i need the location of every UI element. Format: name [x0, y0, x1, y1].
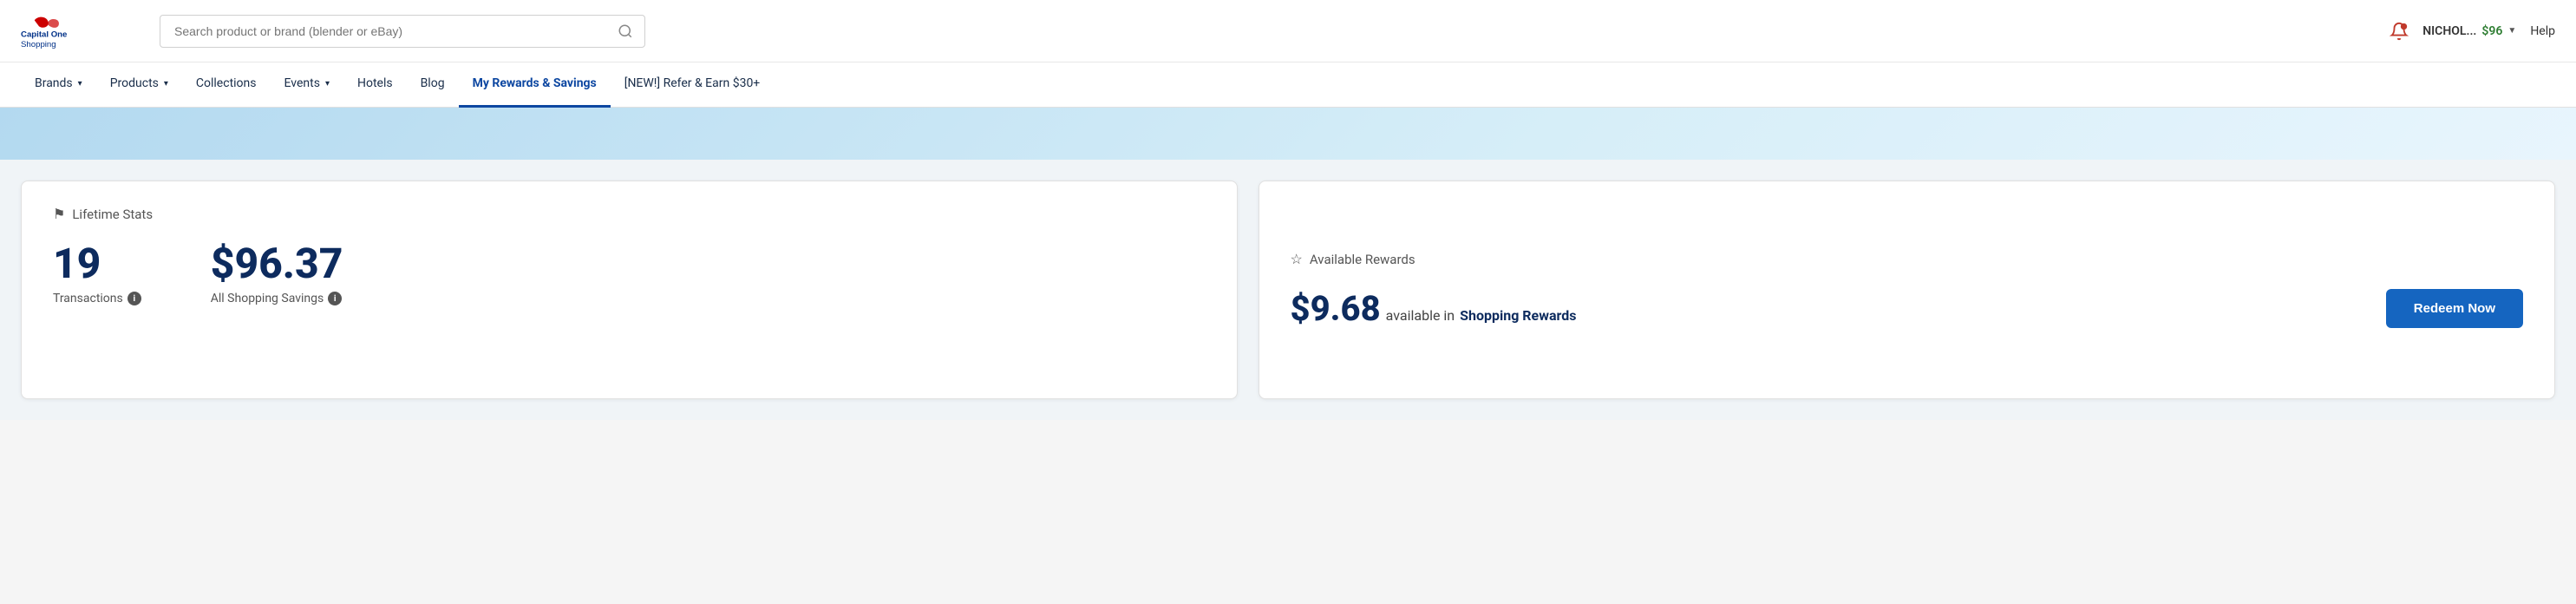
transactions-stat: 19 Transactions i	[53, 243, 141, 305]
flag-icon: ⚑	[53, 206, 65, 222]
sidebar-item-rewards[interactable]: My Rewards & Savings	[459, 62, 611, 108]
brands-label: Brands	[35, 76, 73, 90]
user-area[interactable]: NICHOL... $96 ▼	[2422, 24, 2516, 38]
logo-svg: Capital One Shopping	[21, 14, 142, 49]
events-caret: ▾	[325, 79, 330, 89]
available-text: available in	[1386, 307, 1455, 324]
nav-bar: Brands ▾ Products ▾ Collections Events ▾…	[0, 62, 2576, 108]
reward-type: Shopping Rewards	[1460, 307, 1576, 324]
collections-label: Collections	[196, 76, 257, 90]
brands-caret: ▾	[78, 79, 82, 89]
rewards-label: My Rewards & Savings	[473, 76, 597, 90]
lifetime-stats-card: ⚑ Lifetime Stats 19 Transactions i $96.3…	[21, 181, 1238, 399]
sidebar-item-brands[interactable]: Brands ▾	[21, 62, 96, 108]
main-content: ⚑ Lifetime Stats 19 Transactions i $96.3…	[0, 160, 2576, 420]
user-amount: $96	[2481, 24, 2502, 38]
transactions-label: Transactions i	[53, 292, 141, 305]
savings-info-icon[interactable]: i	[328, 292, 342, 305]
available-rewards-title: Available Rewards	[1310, 252, 1415, 267]
header: Capital One Shopping NICHOL... $96 ▼ Hel…	[0, 0, 2576, 62]
blog-label: Blog	[421, 76, 445, 90]
search-input[interactable]	[160, 15, 645, 48]
available-rewards-card: ☆ Available Rewards $9.68 available in S…	[1259, 181, 2555, 399]
svg-text:Capital One: Capital One	[21, 30, 68, 39]
logo: Capital One Shopping	[21, 14, 142, 49]
chevron-down-icon: ▼	[2507, 26, 2516, 36]
sidebar-item-refer[interactable]: [NEW!] Refer & Earn $30+	[611, 62, 775, 108]
lifetime-stats-title: Lifetime Stats	[72, 207, 153, 222]
right-card-inner: $9.68 available in Shopping Rewards Rede…	[1291, 288, 2523, 329]
redeem-now-button[interactable]: Redeem Now	[2386, 289, 2523, 328]
stats-row: 19 Transactions i $96.37 All Shopping Sa…	[53, 243, 1206, 305]
transactions-value: 19	[53, 243, 141, 285]
search-icon	[618, 23, 633, 39]
reward-amount: $9.68	[1291, 288, 1381, 329]
transactions-info-icon[interactable]: i	[127, 292, 141, 305]
star-icon: ☆	[1291, 251, 1303, 267]
savings-value: $96.37	[211, 243, 343, 285]
help-link[interactable]: Help	[2530, 24, 2555, 38]
sidebar-item-products[interactable]: Products ▾	[96, 62, 182, 108]
amount-row: $9.68 available in Shopping Rewards	[1291, 288, 1577, 329]
sidebar-item-hotels[interactable]: Hotels	[343, 62, 407, 108]
available-rewards-header: ☆ Available Rewards	[1291, 251, 2523, 267]
lifetime-stats-header: ⚑ Lifetime Stats	[53, 206, 1206, 222]
savings-stat: $96.37 All Shopping Savings i	[211, 243, 343, 305]
sidebar-item-events[interactable]: Events ▾	[271, 62, 343, 108]
refer-label: [NEW!] Refer & Earn $30+	[624, 76, 761, 90]
hero-banner	[0, 108, 2576, 160]
right-nav: NICHOL... $96 ▼ Help	[2390, 22, 2555, 41]
hotels-label: Hotels	[357, 76, 393, 90]
search-bar	[160, 15, 645, 48]
savings-label: All Shopping Savings i	[211, 292, 343, 305]
user-name: NICHOL...	[2422, 24, 2476, 38]
svg-text:Shopping: Shopping	[21, 39, 56, 48]
events-label: Events	[284, 76, 320, 90]
sidebar-item-blog[interactable]: Blog	[407, 62, 459, 108]
products-label: Products	[110, 76, 159, 90]
products-caret: ▾	[164, 79, 168, 89]
sidebar-item-collections[interactable]: Collections	[182, 62, 271, 108]
notification-bell[interactable]	[2390, 22, 2409, 41]
